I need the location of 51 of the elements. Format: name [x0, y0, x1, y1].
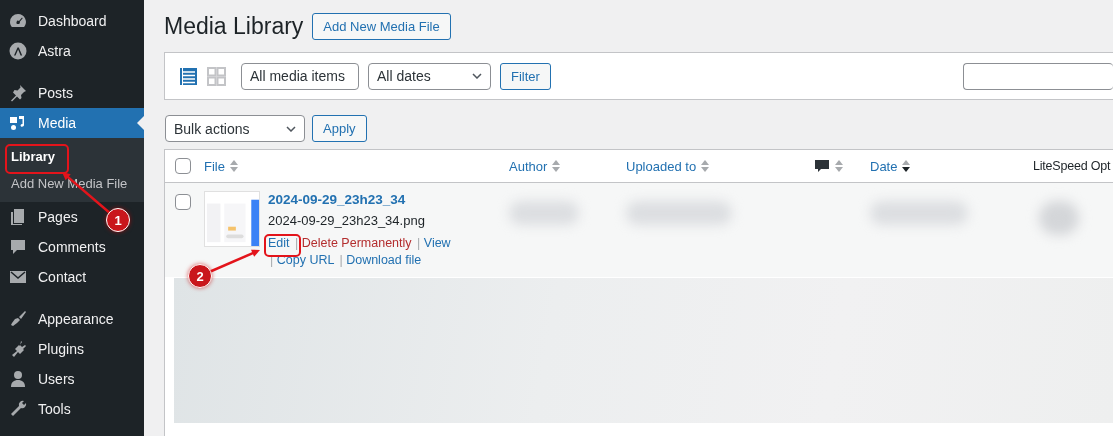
thumbnail-icon [204, 191, 260, 247]
file-title-link[interactable]: 2024-09-29_23h23_34 [268, 192, 406, 207]
action-link[interactable]: View [423, 236, 451, 250]
menu-item[interactable]: Contact [0, 262, 93, 292]
file-name: 2024-09-29_23h23_34.png [268, 213, 425, 228]
column-header[interactable]: File [204, 158, 225, 174]
add-new-button[interactable]: Add New Media File [312, 12, 451, 40]
menu-item[interactable]: Users [0, 364, 81, 394]
menu-item[interactable]: Posts [0, 78, 79, 108]
date-select[interactable]: All dates [368, 62, 491, 90]
blurred-area [1039, 201, 1079, 235]
menu-item[interactable]: Plugins [0, 334, 90, 364]
menu-item[interactable]: Media [0, 108, 144, 138]
paintbrush-icon [8, 309, 28, 329]
grid-view-icon[interactable] [207, 66, 226, 86]
highlight-box [264, 234, 301, 257]
filter-button[interactable]: Filter [500, 62, 551, 90]
separator: | [295, 236, 299, 250]
menu-item[interactable]: Comments [0, 232, 112, 262]
sort-icon[interactable] [902, 159, 911, 173]
speech-bubble-icon [8, 237, 28, 257]
bulk-actions-select[interactable]: Bulk actions [165, 115, 305, 142]
column-header[interactable]: Uploaded to [626, 158, 697, 174]
menu-item[interactable]: Tools [0, 394, 77, 424]
action-link[interactable]: Edit [268, 236, 290, 250]
highlight-box [5, 144, 69, 174]
submenu-item[interactable]: Library [0, 143, 56, 170]
separator: | [339, 253, 343, 267]
apply-button[interactable]: Apply [312, 115, 367, 142]
search-field[interactable] [963, 62, 1113, 90]
page-title: Media Library [164, 12, 304, 40]
caret-icon [472, 73, 482, 79]
comment-icon[interactable] [814, 158, 830, 174]
menu-item[interactable]: Appearance [0, 304, 120, 334]
menu-item[interactable]: Dashboard [0, 6, 113, 36]
checkbox[interactable] [175, 158, 191, 174]
checkbox[interactable] [175, 194, 191, 210]
menu-item[interactable]: Astra [0, 36, 77, 66]
delete-link[interactable]: Delete Permanently [301, 236, 412, 250]
action-link[interactable]: Download file [346, 253, 422, 267]
person-icon [8, 369, 28, 389]
menu-item[interactable]: Pages [0, 202, 84, 232]
caret-icon [286, 125, 296, 132]
column-header[interactable]: Date [870, 158, 898, 174]
column-header: LiteSpeed Opt [1033, 159, 1111, 173]
separator: | [417, 236, 421, 250]
column-header[interactable]: Author [509, 158, 548, 174]
list-view-icon[interactable] [179, 66, 198, 86]
media-type-select[interactable]: All media items [241, 62, 359, 90]
letter-a-icon [8, 41, 28, 61]
pushpin-icon [8, 83, 28, 103]
